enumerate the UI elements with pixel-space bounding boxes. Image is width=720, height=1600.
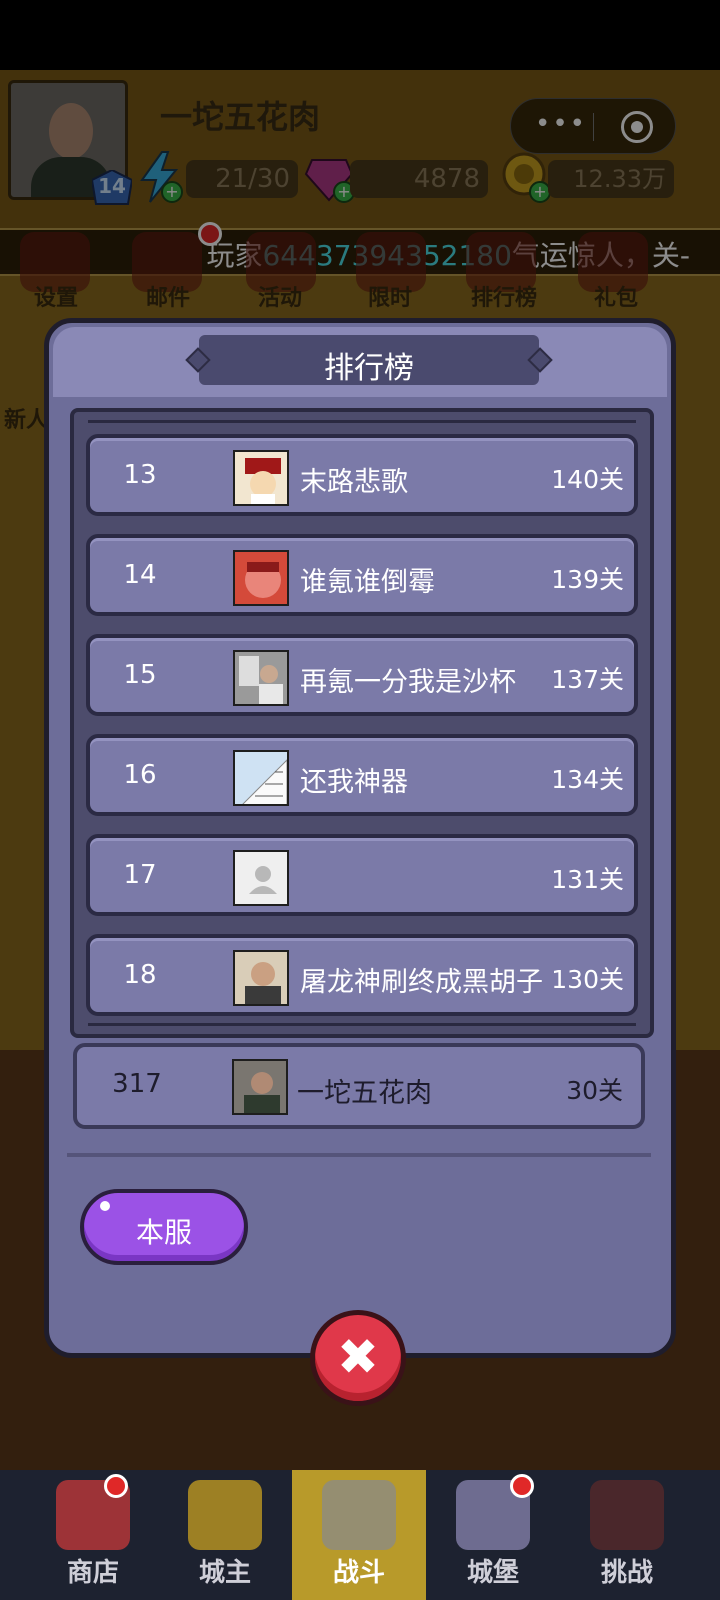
nav-challenge-label: 挑战 [600, 1558, 653, 1588]
player-name: 还我神器 [300, 767, 408, 798]
stage-score: 139关 [551, 565, 624, 594]
shop-notification-dot [104, 1474, 128, 1498]
player-avatar [233, 850, 289, 906]
nav-castle[interactable]: 城堡 [426, 1470, 560, 1600]
server-tab-button[interactable]: 本服 [80, 1189, 248, 1265]
divider [67, 1153, 651, 1157]
status-bar [0, 0, 720, 70]
rank-number: 14 [123, 560, 157, 590]
player-avatar [233, 950, 289, 1006]
nav-shop[interactable]: 商店 [26, 1470, 160, 1600]
my-stage-score: 30关 [566, 1076, 623, 1105]
nav-challenge[interactable]: 挑战 [560, 1470, 694, 1600]
rank-row[interactable]: 15 再氪一分我是沙杯 137关 [86, 634, 638, 716]
photo-avatar-icon [234, 1061, 286, 1113]
default-user-icon [235, 852, 287, 904]
rank-number: 15 [123, 660, 157, 690]
player-avatar [233, 650, 289, 706]
building-avatar-icon [235, 752, 287, 804]
nav-lord[interactable]: 城主 [158, 1470, 292, 1600]
player-name: 谁氪谁倒霉 [300, 567, 435, 598]
photo-avatar-icon [235, 652, 287, 704]
player-avatar [233, 450, 289, 506]
stage-score: 137关 [551, 665, 624, 694]
rank-number: 13 [123, 460, 157, 490]
rank-number: 16 [123, 760, 157, 790]
crossed-swords-icon [322, 1480, 396, 1550]
player-name: 屠龙神刷终成黑胡子 [300, 967, 543, 998]
nav-castle-label: 城堡 [466, 1558, 519, 1588]
stage-score: 130关 [551, 965, 624, 994]
rank-row[interactable]: 17 131关 [86, 834, 638, 916]
nav-battle-label: 战斗 [332, 1558, 385, 1588]
rank-row[interactable]: 16 还我神器 134关 [86, 734, 638, 816]
my-rank-number: 317 [112, 1069, 162, 1099]
devil-icon [590, 1480, 664, 1550]
crown-icon [188, 1480, 262, 1550]
leaderboard-modal: 排行榜 13 末路悲歌 140关 14 谁氪谁倒霉 139关 15 再氪一分我是… [44, 318, 676, 1358]
player-avatar [233, 550, 289, 606]
my-name: 一坨五花肉 [297, 1078, 432, 1109]
castle-notification-dot [510, 1474, 534, 1498]
stage-score: 140关 [551, 465, 624, 494]
modal-header: 排行榜 [53, 327, 667, 397]
rank-number: 17 [123, 860, 157, 890]
title-banner: 排行榜 [185, 335, 553, 386]
photo-avatar-icon [235, 952, 287, 1004]
nav-shop-label: 商店 [66, 1558, 119, 1588]
rank-row[interactable]: 13 末路悲歌 140关 [86, 434, 638, 516]
modal-title: 排行榜 [324, 351, 414, 386]
close-modal-button[interactable]: ✖ [310, 1310, 406, 1406]
stage-score: 134关 [551, 765, 624, 794]
button-shine [100, 1201, 110, 1211]
my-avatar [232, 1059, 288, 1115]
player-name: 末路悲歌 [300, 467, 408, 498]
nav-battle[interactable]: 战斗 [292, 1470, 426, 1600]
rank-number: 18 [123, 960, 157, 990]
anime-avatar-icon [235, 552, 287, 604]
server-tab-label: 本服 [135, 1216, 192, 1249]
rank-list[interactable]: 13 末路悲歌 140关 14 谁氪谁倒霉 139关 15 再氪一分我是沙杯 1… [70, 408, 654, 1038]
stage-score: 131关 [551, 865, 624, 894]
player-avatar [233, 750, 289, 806]
cartoon-avatar-icon [235, 452, 287, 504]
my-rank-row[interactable]: 317 一坨五花肉 30关 [73, 1043, 645, 1129]
player-name: 再氪一分我是沙杯 [300, 667, 516, 698]
close-icon: ✖ [337, 1328, 379, 1386]
rank-row[interactable]: 18 屠龙神刷终成黑胡子 130关 [86, 934, 638, 1016]
nav-lord-label: 城主 [198, 1558, 251, 1588]
rank-row[interactable]: 14 谁氪谁倒霉 139关 [86, 534, 638, 616]
bottom-navigation: 商店 城主 战斗 城堡 挑战 [0, 1470, 720, 1600]
